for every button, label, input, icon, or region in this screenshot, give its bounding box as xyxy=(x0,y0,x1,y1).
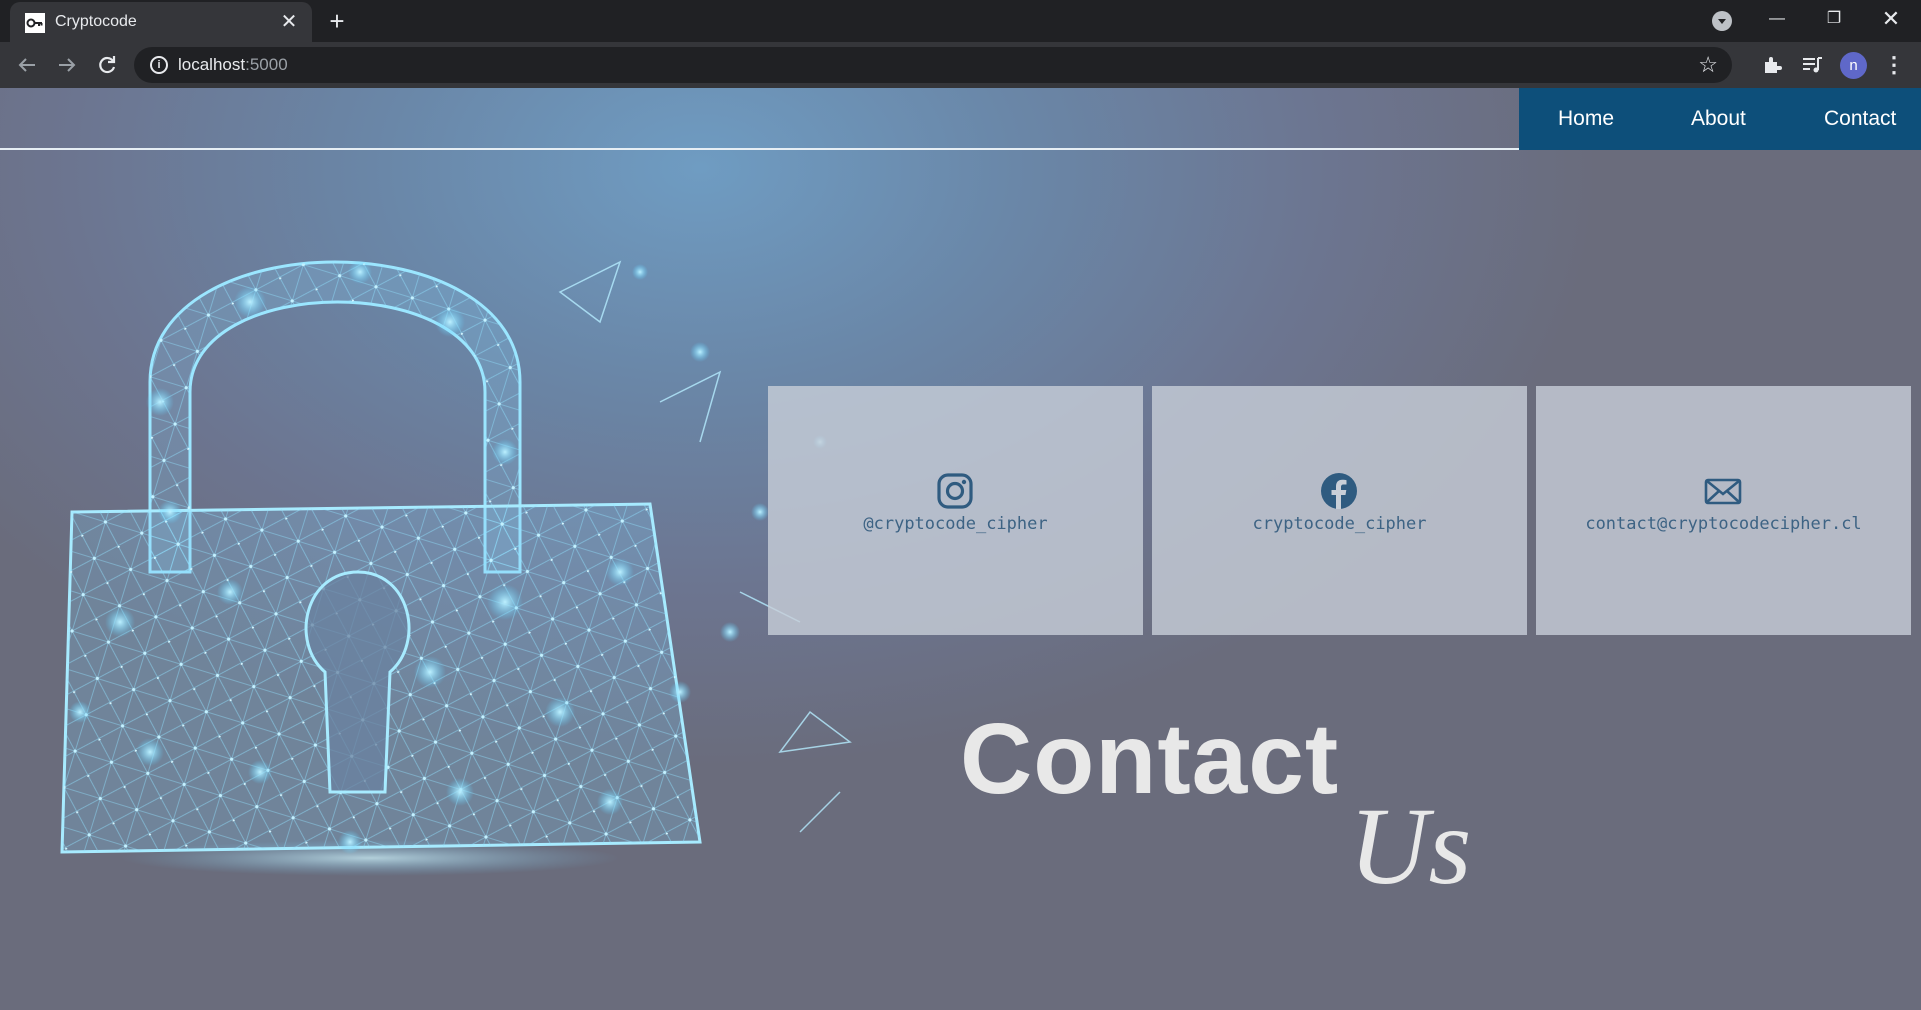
facebook-handle[interactable]: cryptocode_cipher xyxy=(1152,514,1527,534)
star-icon[interactable]: ☆ xyxy=(1698,52,1718,78)
email-card[interactable]: contact@cryptocodecipher.cl xyxy=(1536,386,1911,635)
heading-contact: Contact xyxy=(960,703,1340,815)
browser-tab[interactable]: Cryptocode ✕ xyxy=(10,2,312,42)
key-icon xyxy=(25,13,45,33)
new-tab-button[interactable]: + xyxy=(323,7,351,35)
browser-tabstrip: Cryptocode ✕ + — ❐ ✕ xyxy=(0,0,1921,42)
site-header: Home About Contact xyxy=(0,88,1921,150)
browser-toolbar: i localhost:5000 ☆ n ⋮ xyxy=(0,42,1921,88)
back-icon[interactable] xyxy=(13,51,41,79)
tab-close-icon[interactable]: ✕ xyxy=(278,11,300,33)
facebook-icon xyxy=(1321,473,1357,509)
maximize-button[interactable]: ❐ xyxy=(1806,0,1862,38)
info-icon[interactable]: i xyxy=(150,56,168,74)
reload-icon[interactable] xyxy=(93,51,121,79)
mail-icon xyxy=(1704,478,1742,505)
nav-contact-link[interactable]: Contact xyxy=(1824,88,1896,150)
tab-search-icon[interactable] xyxy=(1712,11,1732,31)
page: Home About Contact @cryptocode_cipher cr… xyxy=(0,88,1921,1010)
nav-home-link[interactable]: Home xyxy=(1558,88,1614,150)
extensions-icon[interactable] xyxy=(1758,51,1786,79)
close-window-button[interactable]: ✕ xyxy=(1863,0,1919,38)
menu-icon[interactable]: ⋮ xyxy=(1880,51,1908,79)
email-address[interactable]: contact@cryptocodecipher.cl xyxy=(1536,514,1911,534)
main-nav: Home About Contact xyxy=(1519,88,1921,150)
instagram-icon xyxy=(937,473,973,509)
nav-about-link[interactable]: About xyxy=(1691,88,1746,150)
facebook-card[interactable]: cryptocode_cipher xyxy=(1152,386,1527,635)
url-port: :5000 xyxy=(245,55,288,74)
url-text[interactable]: localhost:5000 xyxy=(178,55,288,75)
url-host: localhost xyxy=(178,55,246,74)
forward-icon[interactable] xyxy=(53,51,81,79)
instagram-card[interactable]: @cryptocode_cipher xyxy=(768,386,1143,635)
address-bar[interactable]: i localhost:5000 ☆ xyxy=(134,47,1732,83)
padlock-illustration xyxy=(60,260,852,876)
media-icon[interactable] xyxy=(1798,51,1826,79)
minimize-button[interactable]: — xyxy=(1749,0,1805,38)
tab-title: Cryptocode xyxy=(55,13,137,30)
heading-us: Us xyxy=(1349,785,1472,907)
profile-avatar[interactable]: n xyxy=(1840,52,1867,79)
instagram-handle[interactable]: @cryptocode_cipher xyxy=(768,514,1143,534)
